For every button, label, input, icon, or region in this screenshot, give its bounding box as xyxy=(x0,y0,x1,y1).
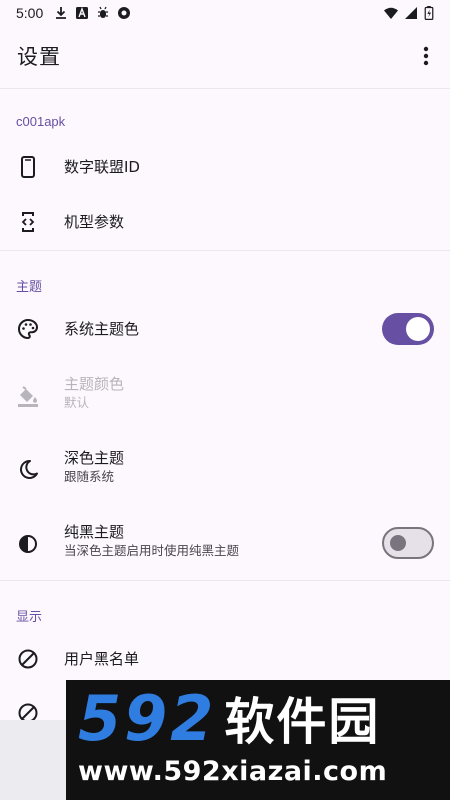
signal-icon xyxy=(405,7,417,19)
moon-icon xyxy=(16,458,40,482)
system-theme-color-switch[interactable] xyxy=(382,313,434,345)
pref-item-dark-theme[interactable]: 深色主题 跟随系统 xyxy=(0,438,450,502)
pref-item-digital-alliance-id[interactable]: 数字联盟ID xyxy=(0,140,450,194)
pref-title: 纯黑主题 xyxy=(64,523,125,541)
pref-title: 深色主题 xyxy=(64,449,125,467)
watermark-banner: 592 软件园 www.592xiazai.com xyxy=(66,680,450,800)
pref-item-device-params[interactable]: 机型参数 xyxy=(0,195,450,249)
pref-item-user-blacklist[interactable]: 用户黑名单 xyxy=(0,632,450,686)
pref-summary: 默认 xyxy=(64,395,90,410)
pref-summary: 当深色主题启用时使用纯黑主题 xyxy=(64,543,240,558)
pref-title: 系统主题色 xyxy=(64,320,140,338)
page-title: 设置 xyxy=(17,45,61,69)
watermark-name: 软件园 xyxy=(224,693,381,751)
record-icon xyxy=(118,7,131,19)
pref-title: 数字联盟ID xyxy=(64,158,140,176)
pref-title: 机型参数 xyxy=(64,213,125,231)
a-box-icon xyxy=(76,7,89,19)
paint-bucket-icon xyxy=(16,384,40,408)
pref-summary: 跟随系统 xyxy=(64,469,115,484)
app-bar: 设置 xyxy=(0,30,450,82)
pref-item-system-theme-color[interactable]: 系统主题色 xyxy=(0,302,450,356)
more-options-button[interactable] xyxy=(412,42,440,70)
pref-title: 主题颜色 xyxy=(64,375,125,393)
pure-black-theme-switch[interactable] xyxy=(382,527,434,559)
watermark-url: www.592xiazai.com xyxy=(78,756,388,787)
block-icon xyxy=(16,647,40,671)
pref-item-theme-color: 主题颜色 默认 xyxy=(0,364,450,428)
section-header-display: 显示 xyxy=(16,609,43,624)
section-divider xyxy=(0,580,450,581)
phone-icon xyxy=(16,155,40,179)
watermark-digits: 592 xyxy=(78,681,217,755)
section-divider xyxy=(0,250,450,251)
wifi-icon xyxy=(384,7,398,19)
more-vertical-icon xyxy=(423,46,429,66)
status-bar: 5:00 xyxy=(0,0,450,26)
status-time: 5:00 xyxy=(16,5,44,21)
pref-item-pure-black-theme[interactable]: 纯黑主题 当深色主题启用时使用纯黑主题 xyxy=(0,512,450,576)
section-header-c001apk: c001apk xyxy=(16,114,66,129)
switch-thumb xyxy=(390,535,406,551)
watermark-left-block xyxy=(0,720,66,800)
palette-icon xyxy=(16,317,40,341)
bug-icon xyxy=(98,6,109,18)
switch-thumb xyxy=(406,317,430,341)
app-bar-divider xyxy=(0,88,450,89)
section-header-theme: 主题 xyxy=(16,279,43,294)
device-code-icon xyxy=(16,210,40,234)
contrast-icon xyxy=(16,532,40,556)
pref-title: 用户黑名单 xyxy=(64,650,140,668)
download-icon xyxy=(56,7,67,19)
battery-icon xyxy=(424,6,434,20)
